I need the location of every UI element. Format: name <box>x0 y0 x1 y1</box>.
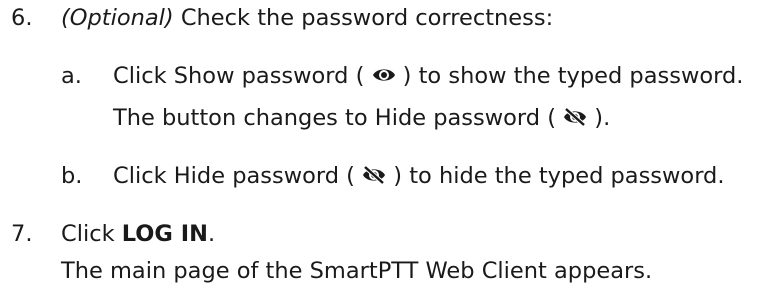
log-in-button-label: LOG IN <box>121 221 208 247</box>
step-6-instruction: Check the password correctness: <box>173 5 554 31</box>
substep-b-letter: b. <box>61 163 83 189</box>
step-7-text: Click LOG IN. <box>61 219 215 249</box>
substep-a-suffix: ) to show the typed password. <box>395 63 744 89</box>
step-7-prefix: Click <box>61 221 122 247</box>
eye-slash-icon <box>563 107 587 127</box>
substep-a-letter: a. <box>61 63 82 89</box>
eye-slash-icon <box>362 165 386 185</box>
step-6-text: (Optional) Check the password correctnes… <box>61 3 553 33</box>
step-7-result: The main page of the SmartPTT Web Client… <box>61 258 653 284</box>
eye-icon <box>372 65 396 85</box>
substep-a-result: The button changes to Hide password ( ). <box>113 103 610 133</box>
substep-a-result-suffix: ). <box>587 105 611 131</box>
instruction-document: 6. (Optional) Check the password correct… <box>0 0 775 292</box>
substep-b-suffix: ) to hide the typed password. <box>386 163 725 189</box>
step-7-number: 7. <box>11 221 33 247</box>
substep-a-prefix: Click Show password ( <box>113 63 372 89</box>
step-7-suffix: . <box>207 221 216 247</box>
step-6-number: 6. <box>11 5 33 31</box>
substep-b-text: Click Hide password ( ) to hide the type… <box>113 161 724 191</box>
substep-a-result-prefix: The button changes to Hide password ( <box>113 105 564 131</box>
optional-label: (Optional) <box>61 5 174 31</box>
substep-a-text: Click Show password ( ) to show the type… <box>113 61 743 91</box>
substep-b-prefix: Click Hide password ( <box>113 163 363 189</box>
